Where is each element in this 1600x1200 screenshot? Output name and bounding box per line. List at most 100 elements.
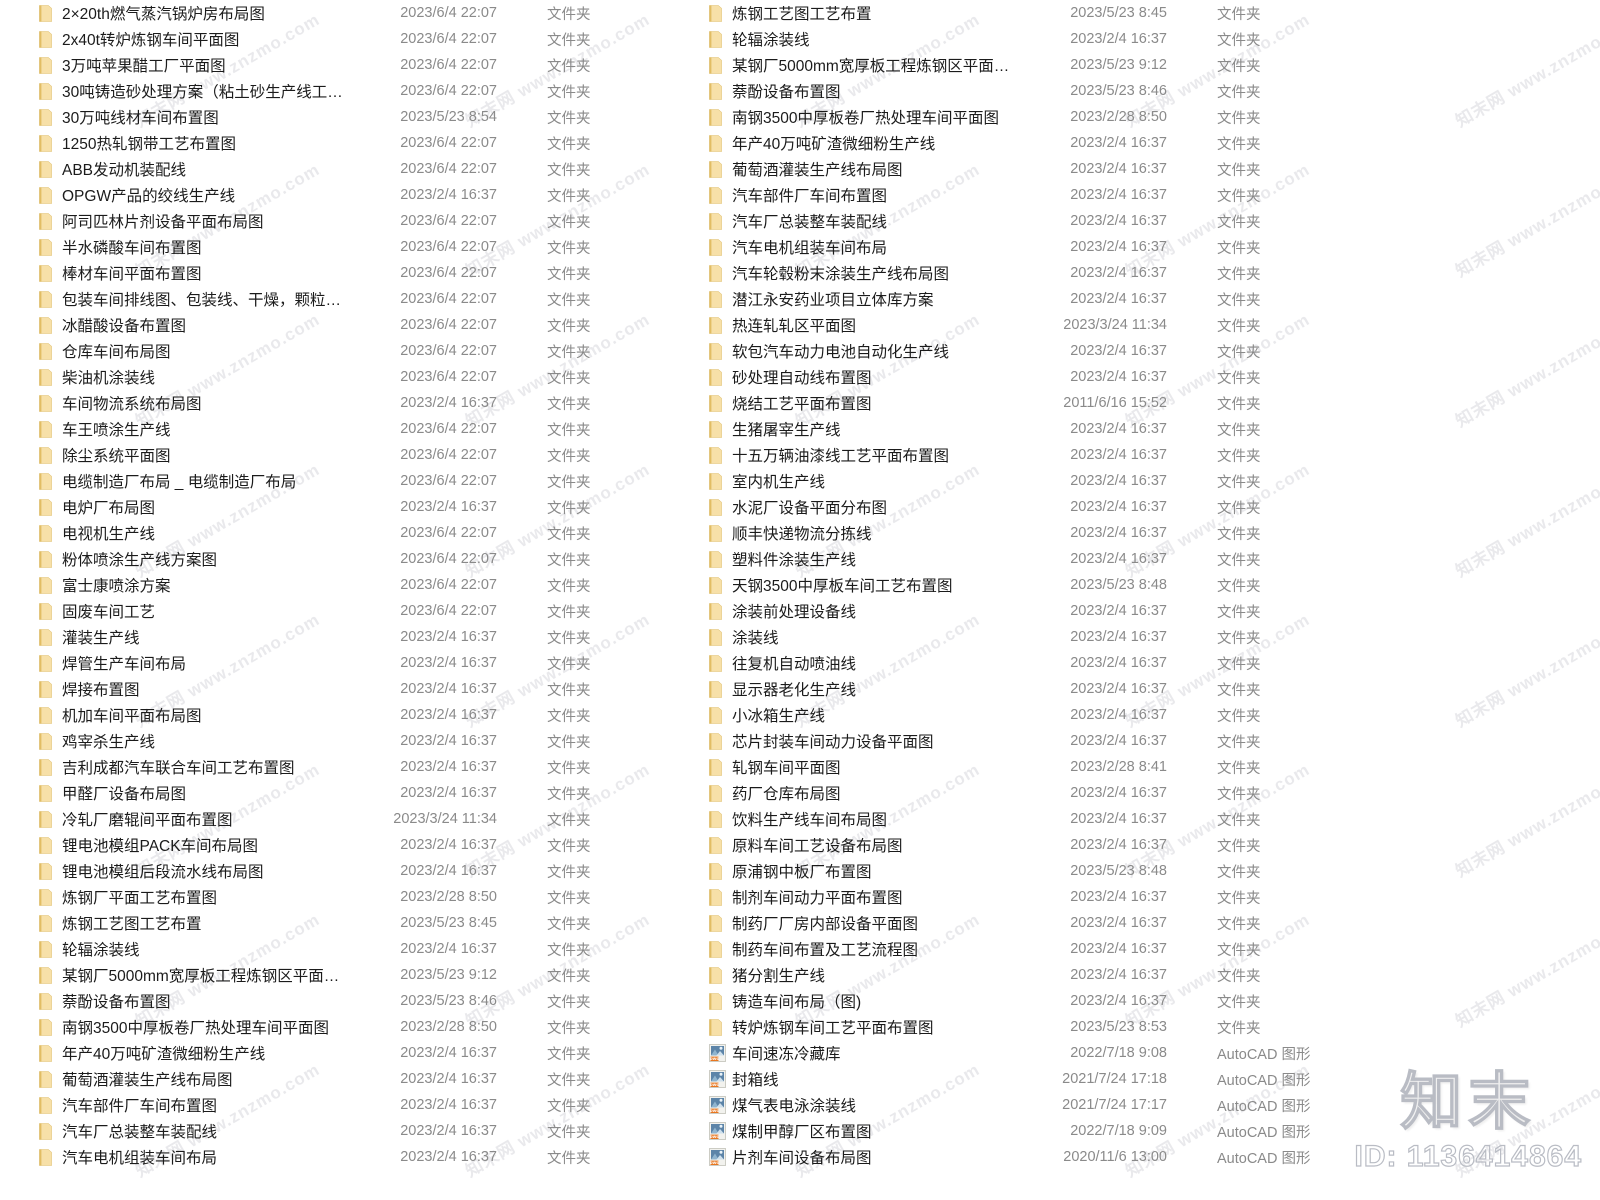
file-row[interactable]: 鸡宰杀生产线 2023/2/4 16:37 文件夹	[30, 728, 650, 754]
file-name[interactable]: 3万吨苹果醋工厂平面图	[60, 54, 350, 76]
file-name[interactable]: 汽车厂总装整车装配线	[60, 1120, 350, 1142]
file-name[interactable]: 汽车部件厂车间布置图	[730, 184, 1020, 206]
file-name[interactable]: 显示器老化生产线	[730, 678, 1020, 700]
file-name[interactable]: 片剂车间设备布局图	[730, 1146, 1020, 1168]
file-row[interactable]: 芯片封装车间动力设备平面图 2023/2/4 16:37 文件夹	[700, 728, 1320, 754]
file-row[interactable]: DWG 煤气表电泳涂装线 2021/7/24 17:17 AutoCAD 图形	[700, 1092, 1320, 1118]
file-name[interactable]: 汽车厂总装整车装配线	[730, 210, 1020, 232]
file-name[interactable]: 1250热轧钢带工艺布置图	[60, 132, 350, 154]
file-name[interactable]: 原料车间工艺设备布局图	[730, 834, 1020, 856]
file-name[interactable]: 吉利成都汽车联合车间工艺布置图	[60, 756, 350, 778]
file-row[interactable]: 冷轧厂磨辊间平面布置图 2023/3/24 11:34 文件夹	[30, 806, 650, 832]
file-row[interactable]: 塑料件涂装生产线 2023/2/4 16:37 文件夹	[700, 546, 1320, 572]
file-name[interactable]: 焊接布置图	[60, 678, 350, 700]
file-name[interactable]: 猪分割生产线	[730, 964, 1020, 986]
file-name[interactable]: 焊管生产车间布局	[60, 652, 350, 674]
file-row[interactable]: 机加车间平面布局图 2023/2/4 16:37 文件夹	[30, 702, 650, 728]
file-row[interactable]: 药厂仓库布局图 2023/2/4 16:37 文件夹	[700, 780, 1320, 806]
file-row[interactable]: 饮料生产线车间布局图 2023/2/4 16:37 文件夹	[700, 806, 1320, 832]
file-name[interactable]: 铸造车间布局（图)	[730, 990, 1020, 1012]
file-name[interactable]: 锂电池模组PACK车间布局图	[60, 834, 350, 856]
file-row[interactable]: 葡萄酒灌装生产线布局图 2023/2/4 16:37 文件夹	[30, 1066, 650, 1092]
file-row[interactable]: DWG 片剂车间设备布局图 2020/11/6 13:00 AutoCAD 图形	[700, 1144, 1320, 1170]
file-row[interactable]: 电炉厂布局图 2023/2/4 16:37 文件夹	[30, 494, 650, 520]
file-name[interactable]: 30万吨线材车间布置图	[60, 106, 350, 128]
file-name[interactable]: 煤制甲醇厂区布置图	[730, 1120, 1020, 1142]
file-row[interactable]: 萘酚设备布置图 2023/5/23 8:46 文件夹	[30, 988, 650, 1014]
file-name[interactable]: 制剂车间动力平面布置图	[730, 886, 1020, 908]
file-row[interactable]: 热连轧轧区平面图 2023/3/24 11:34 文件夹	[700, 312, 1320, 338]
file-row[interactable]: 粉体喷涂生产线方案图 2023/6/4 22:07 文件夹	[30, 546, 650, 572]
file-row[interactable]: 汽车厂总装整车装配线 2023/2/4 16:37 文件夹	[700, 208, 1320, 234]
file-row[interactable]: 汽车厂总装整车装配线 2023/2/4 16:37 文件夹	[30, 1118, 650, 1144]
file-name[interactable]: 原浦钢中板厂布置图	[730, 860, 1020, 882]
file-name[interactable]: 2×20th燃气蒸汽锅炉房布局图	[60, 2, 350, 24]
file-name[interactable]: 封箱线	[730, 1068, 1020, 1090]
file-name[interactable]: 制药车间布置及工艺流程图	[730, 938, 1020, 960]
file-name[interactable]: 顺丰快递物流分拣线	[730, 522, 1020, 544]
file-name[interactable]: 仓库车间布局图	[60, 340, 350, 362]
file-name[interactable]: 除尘系统平面图	[60, 444, 350, 466]
file-name[interactable]: 机加车间平面布局图	[60, 704, 350, 726]
file-name[interactable]: 炼钢厂平面工艺布置图	[60, 886, 350, 908]
file-name[interactable]: 南钢3500中厚板卷厂热处理车间平面图	[60, 1016, 350, 1038]
file-row[interactable]: 砂处理自动线布置图 2023/2/4 16:37 文件夹	[700, 364, 1320, 390]
file-row[interactable]: 汽车部件厂车间布置图 2023/2/4 16:37 文件夹	[30, 1092, 650, 1118]
file-row[interactable]: 烧结工艺平面布置图 2011/6/16 15:52 文件夹	[700, 390, 1320, 416]
file-name[interactable]: 潜江永安药业项目立体库方案	[730, 288, 1020, 310]
file-name[interactable]: 车间速冻冷藏库	[730, 1042, 1020, 1064]
file-row[interactable]: 冰醋酸设备布置图 2023/6/4 22:07 文件夹	[30, 312, 650, 338]
file-name[interactable]: 轧钢车间平面图	[730, 756, 1020, 778]
file-name[interactable]: 粉体喷涂生产线方案图	[60, 548, 350, 570]
file-row[interactable]: 南钢3500中厚板卷厂热处理车间平面图 2023/2/28 8:50 文件夹	[30, 1014, 650, 1040]
file-name[interactable]: 煤气表电泳涂装线	[730, 1094, 1020, 1116]
file-name[interactable]: 甲醛厂设备布局图	[60, 782, 350, 804]
file-row[interactable]: 水泥厂设备平面分布图 2023/2/4 16:37 文件夹	[700, 494, 1320, 520]
file-row[interactable]: 棒材车间平面布置图 2023/6/4 22:07 文件夹	[30, 260, 650, 286]
file-name[interactable]: 棒材车间平面布置图	[60, 262, 350, 284]
file-row[interactable]: 制药厂厂房内部设备平面图 2023/2/4 16:37 文件夹	[700, 910, 1320, 936]
file-row[interactable]: 汽车部件厂车间布置图 2023/2/4 16:37 文件夹	[700, 182, 1320, 208]
file-name[interactable]: 2x40t转炉炼钢车间平面图	[60, 28, 350, 50]
file-name[interactable]: 某钢厂5000mm宽厚板工程炼钢区平面…	[730, 54, 1020, 76]
file-row[interactable]: 年产40万吨矿渣微细粉生产线 2023/2/4 16:37 文件夹	[30, 1040, 650, 1066]
file-row[interactable]: 室内机生产线 2023/2/4 16:37 文件夹	[700, 468, 1320, 494]
file-row[interactable]: 原料车间工艺设备布局图 2023/2/4 16:37 文件夹	[700, 832, 1320, 858]
file-name[interactable]: 饮料生产线车间布局图	[730, 808, 1020, 830]
file-name[interactable]: 涂装前处理设备线	[730, 600, 1020, 622]
file-row[interactable]: 生猪屠宰生产线 2023/2/4 16:37 文件夹	[700, 416, 1320, 442]
file-name[interactable]: 炼钢工艺图工艺布置	[730, 2, 1020, 24]
file-name[interactable]: 往复机自动喷油线	[730, 652, 1020, 674]
file-name[interactable]: 葡萄酒灌装生产线布局图	[730, 158, 1020, 180]
file-row[interactable]: 年产40万吨矿渣微细粉生产线 2023/2/4 16:37 文件夹	[700, 130, 1320, 156]
file-row[interactable]: 30万吨线材车间布置图 2023/5/23 8:54 文件夹	[30, 104, 650, 130]
file-row[interactable]: DWG 封箱线 2021/7/24 17:18 AutoCAD 图形	[700, 1066, 1320, 1092]
file-row[interactable]: 显示器老化生产线 2023/2/4 16:37 文件夹	[700, 676, 1320, 702]
file-name[interactable]: 萘酚设备布置图	[60, 990, 350, 1012]
file-row[interactable]: 车王喷涂生产线 2023/6/4 22:07 文件夹	[30, 416, 650, 442]
file-row[interactable]: 阿司匹林片剂设备平面布局图 2023/6/4 22:07 文件夹	[30, 208, 650, 234]
file-name[interactable]: 南钢3500中厚板卷厂热处理车间平面图	[730, 106, 1020, 128]
file-row[interactable]: 猪分割生产线 2023/2/4 16:37 文件夹	[700, 962, 1320, 988]
file-name[interactable]: 冷轧厂磨辊间平面布置图	[60, 808, 350, 830]
file-row[interactable]: 软包汽车动力电池自动化生产线 2023/2/4 16:37 文件夹	[700, 338, 1320, 364]
file-row[interactable]: 2×20th燃气蒸汽锅炉房布局图 2023/6/4 22:07 文件夹	[30, 0, 650, 26]
file-name[interactable]: 水泥厂设备平面分布图	[730, 496, 1020, 518]
file-name[interactable]: 芯片封装车间动力设备平面图	[730, 730, 1020, 752]
file-name[interactable]: 冰醋酸设备布置图	[60, 314, 350, 336]
file-row[interactable]: 天钢3500中厚板车间工艺布置图 2023/5/23 8:48 文件夹	[700, 572, 1320, 598]
file-name[interactable]: 十五万辆油漆线工艺平面布置图	[730, 444, 1020, 466]
file-row[interactable]: 某钢厂5000mm宽厚板工程炼钢区平面… 2023/5/23 9:12 文件夹	[700, 52, 1320, 78]
file-row[interactable]: 吉利成都汽车联合车间工艺布置图 2023/2/4 16:37 文件夹	[30, 754, 650, 780]
file-row[interactable]: 电缆制造厂布局 _ 电缆制造厂布局 2023/6/4 22:07 文件夹	[30, 468, 650, 494]
file-name[interactable]: 包装车间排线图、包装线、干燥，颗粒车…	[60, 288, 350, 310]
file-name[interactable]: 制药厂厂房内部设备平面图	[730, 912, 1020, 934]
file-row[interactable]: 半水磷酸车间布置图 2023/6/4 22:07 文件夹	[30, 234, 650, 260]
file-row[interactable]: 葡萄酒灌装生产线布局图 2023/2/4 16:37 文件夹	[700, 156, 1320, 182]
file-name[interactable]: 锂电池模组后段流水线布局图	[60, 860, 350, 882]
file-row[interactable]: 包装车间排线图、包装线、干燥，颗粒车… 2023/6/4 22:07 文件夹	[30, 286, 650, 312]
file-row[interactable]: 南钢3500中厚板卷厂热处理车间平面图 2023/2/28 8:50 文件夹	[700, 104, 1320, 130]
file-row[interactable]: 轮辐涂装线 2023/2/4 16:37 文件夹	[700, 26, 1320, 52]
file-row[interactable]: 汽车电机组装车间布局 2023/2/4 16:37 文件夹	[30, 1144, 650, 1170]
file-name[interactable]: 萘酚设备布置图	[730, 80, 1020, 102]
